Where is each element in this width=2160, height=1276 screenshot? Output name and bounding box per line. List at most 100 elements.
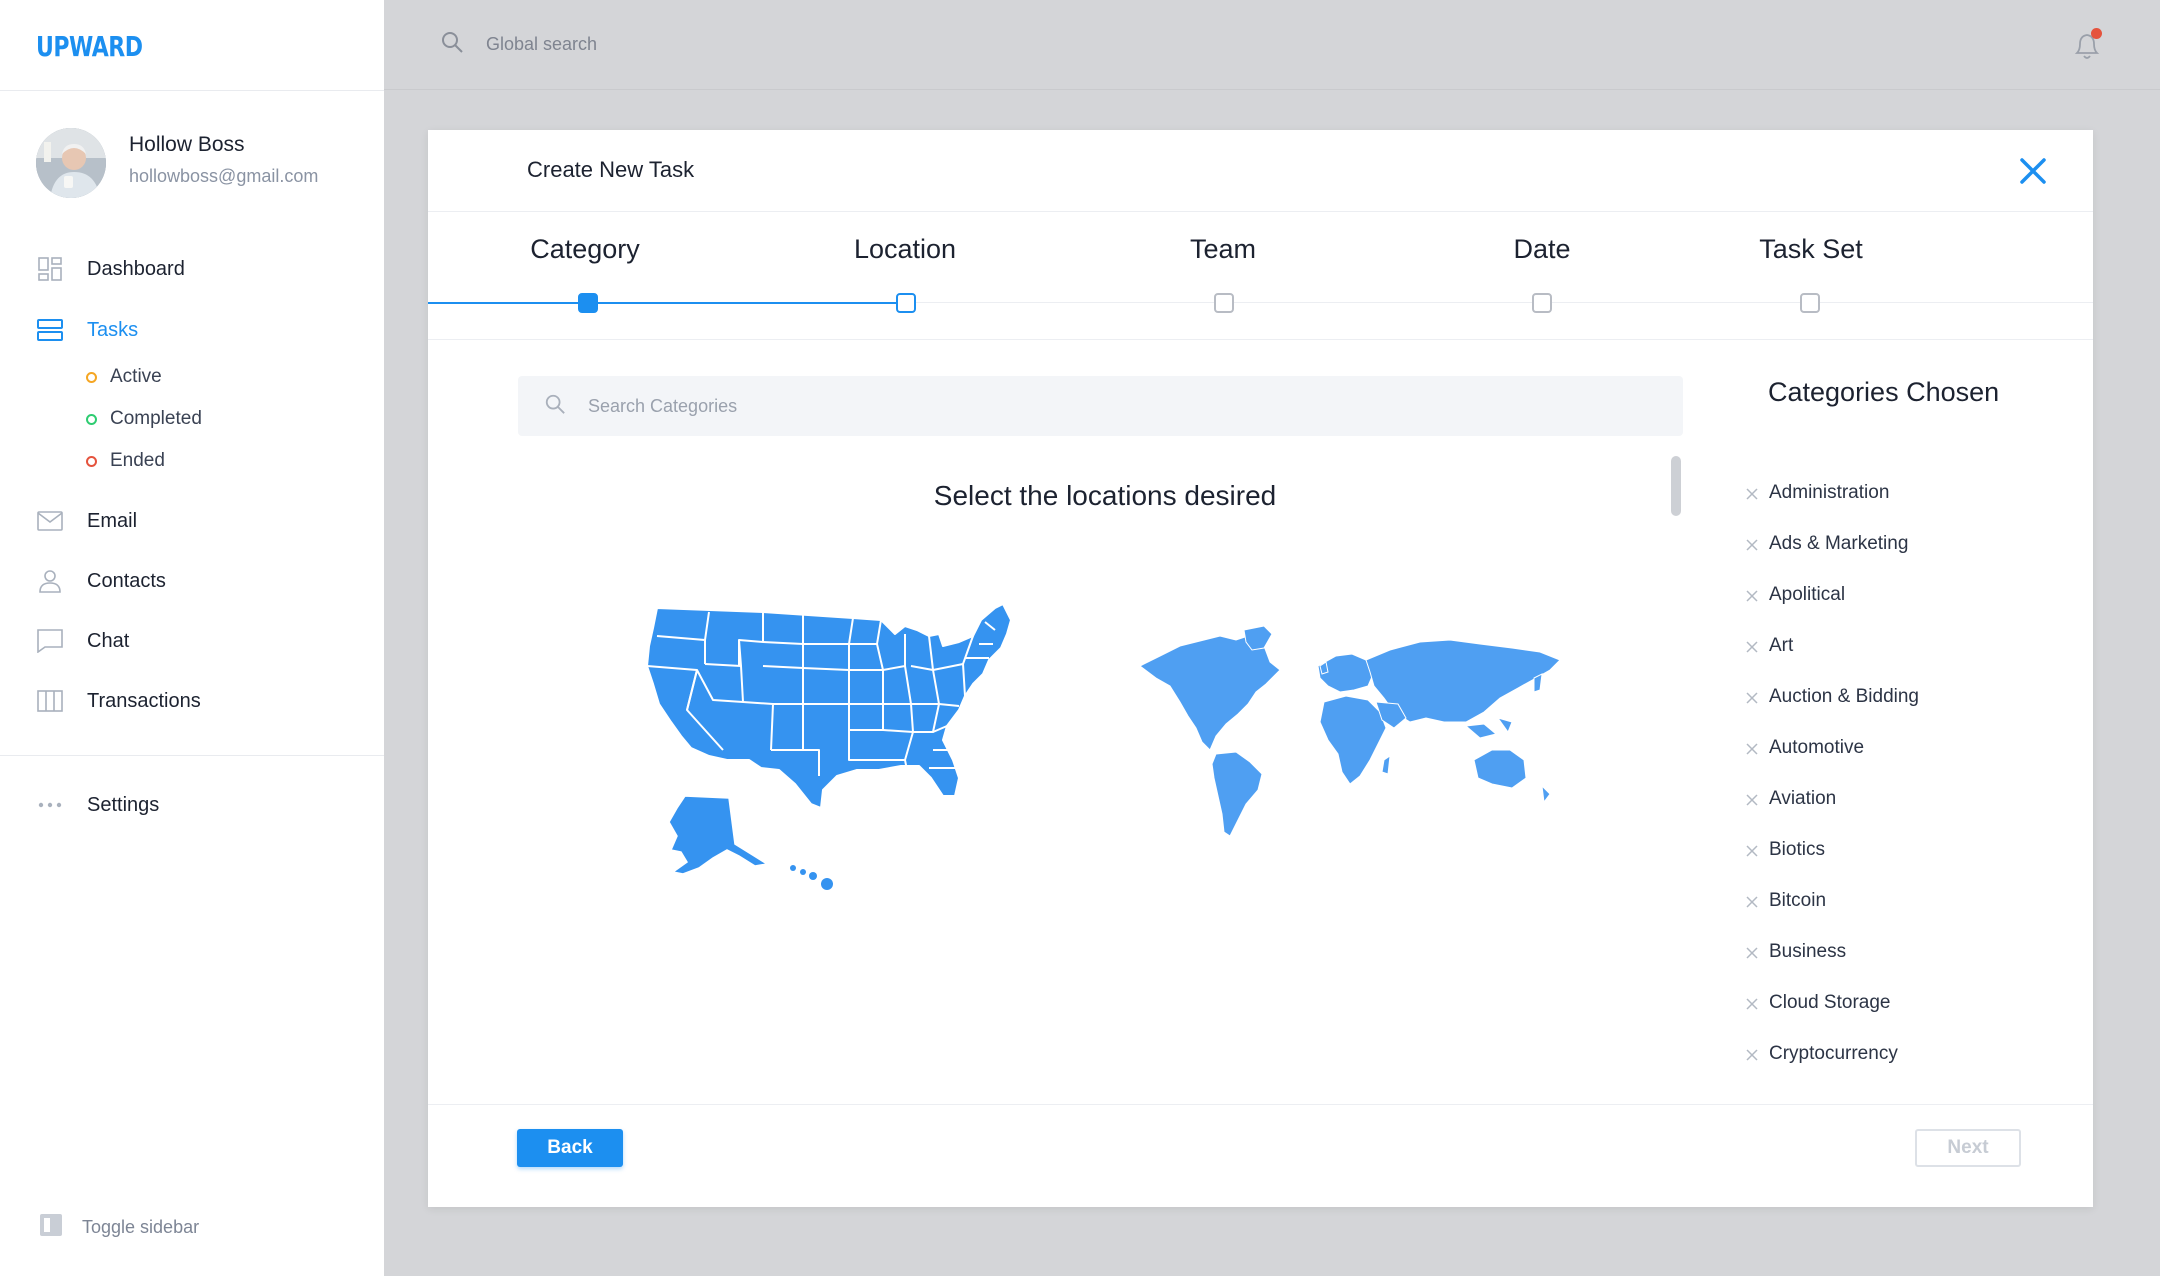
categories-chosen-title: Categories Chosen [1768, 377, 2000, 407]
tasks-icon [36, 316, 64, 344]
toggle-sidebar-label: Toggle sidebar [82, 1217, 200, 1237]
chosen-category-label: Automotive [1769, 736, 1865, 758]
remove-x-icon[interactable] [1746, 589, 1758, 602]
notification-badge [2091, 28, 2102, 39]
create-task-modal: Create New Task Category Location Team D… [428, 130, 2093, 1207]
sidebar-item-label: Tasks [87, 318, 139, 341]
step-checkbox-task-set[interactable] [1800, 293, 1820, 313]
step-task-set[interactable]: Task Set [1759, 234, 1863, 265]
search-icon [440, 30, 464, 59]
search-icon [544, 393, 566, 420]
chat-icon [36, 627, 64, 655]
sidebar-item-tasks[interactable]: Tasks [36, 312, 138, 348]
divider [0, 755, 384, 756]
status-dot [86, 371, 97, 383]
sidebar-item-label: Contacts [87, 569, 166, 592]
chosen-category: Auction & Bidding [1746, 671, 2066, 722]
step-date[interactable]: Date [1513, 234, 1570, 265]
chosen-category: Administration [1746, 467, 2066, 518]
step-location[interactable]: Location [854, 234, 956, 265]
chosen-category: Art [1746, 620, 2066, 671]
close-icon [2016, 158, 2050, 192]
step-team[interactable]: Team [1190, 234, 1256, 265]
remove-x-icon[interactable] [1746, 742, 1758, 755]
sidebar-item-dashboard[interactable]: Dashboard [36, 251, 185, 287]
chosen-category-label: Cryptocurrency [1769, 1042, 1898, 1064]
category-search-placeholder: Search Categories [588, 395, 738, 416]
more-dots-icon [36, 791, 64, 819]
bell-icon [2072, 34, 2102, 66]
global-search-input[interactable]: Global search [440, 30, 597, 59]
next-button[interactable]: Next [1915, 1129, 2021, 1167]
remove-x-icon[interactable] [1746, 487, 1758, 500]
sidebar-item-email[interactable]: Email [36, 503, 137, 539]
mail-icon [36, 507, 64, 535]
chosen-category: Automotive [1746, 722, 2066, 773]
chosen-category: Biotics [1746, 824, 2066, 875]
step-checkbox-location[interactable] [896, 293, 916, 313]
status-dot [86, 455, 97, 467]
world-map[interactable] [1139, 625, 1580, 837]
sidebar-subitem-label: Active [110, 366, 162, 387]
sidebar-subitem-active[interactable]: Active [86, 362, 162, 392]
sidebar-item-label: Email [87, 509, 138, 532]
status-dot [86, 413, 97, 425]
chosen-category-label: Bitcoin [1769, 889, 1827, 911]
remove-x-icon[interactable] [1746, 538, 1758, 551]
back-button[interactable]: Back [517, 1129, 623, 1167]
sidebar-item-label: Transactions [87, 689, 201, 712]
chosen-category: Ads & Marketing [1746, 518, 2066, 569]
remove-x-icon[interactable] [1746, 895, 1758, 908]
columns-icon [36, 687, 64, 715]
remove-x-icon[interactable] [1746, 793, 1758, 806]
chosen-category: Cryptocurrency [1746, 1028, 2066, 1079]
topbar: Global search [384, 0, 2160, 90]
close-button[interactable] [2016, 154, 2050, 188]
chosen-category: Cloud Storage [1746, 977, 2066, 1028]
divider [428, 339, 2093, 340]
step-category[interactable]: Category [530, 234, 640, 265]
avatar[interactable] [36, 128, 106, 198]
app-logo[interactable]: UPWARD [36, 32, 143, 63]
remove-x-icon[interactable] [1746, 691, 1758, 704]
stepper-progress [428, 302, 904, 304]
sidebar-item-settings[interactable]: Settings [36, 787, 159, 823]
sidebar-subitem-completed[interactable]: Completed [86, 404, 202, 434]
chosen-category-label: Biotics [1769, 838, 1825, 860]
remove-x-icon[interactable] [1746, 640, 1758, 653]
chosen-category-label: Art [1769, 634, 1794, 656]
sidebar-toggle-icon [40, 1214, 62, 1241]
us-map[interactable] [643, 600, 1053, 900]
divider [0, 90, 384, 91]
step-checkbox-date[interactable] [1532, 293, 1552, 313]
dashboard-icon [36, 255, 64, 283]
chosen-category: Business [1746, 926, 2066, 977]
scrollbar-thumb[interactable] [1671, 456, 1681, 516]
divider [428, 211, 2093, 212]
remove-x-icon[interactable] [1746, 997, 1758, 1010]
step-checkbox-team[interactable] [1214, 293, 1234, 313]
chosen-category-label: Aviation [1769, 787, 1837, 809]
sidebar-item-contacts[interactable]: Contacts [36, 563, 166, 599]
chosen-category: Bitcoin [1746, 875, 2066, 926]
remove-x-icon[interactable] [1746, 1048, 1758, 1061]
chosen-category: Aviation [1746, 773, 2066, 824]
step-checkbox-category[interactable] [578, 293, 598, 313]
toggle-sidebar-button[interactable]: Toggle sidebar [40, 1214, 199, 1241]
chosen-category-label: Business [1769, 940, 1847, 962]
remove-x-icon[interactable] [1746, 946, 1758, 959]
sidebar-item-transactions[interactable]: Transactions [36, 683, 201, 719]
locations-heading: Select the locations desired [933, 480, 1277, 511]
sidebar-subitem-ended[interactable]: Ended [86, 446, 165, 476]
sidebar-item-label: Chat [87, 629, 130, 652]
chosen-category-label: Apolitical [1769, 583, 1846, 605]
category-search-input[interactable]: Search Categories [518, 376, 1683, 436]
modal-title: Create New Task [527, 157, 695, 182]
notifications-button[interactable] [2072, 28, 2102, 62]
chosen-categories-list: Administration Ads & Marketing Apolitica… [1746, 467, 2066, 1079]
chosen-category-label: Administration [1769, 481, 1890, 503]
sidebar-item-chat[interactable]: Chat [36, 623, 129, 659]
chosen-category-label: Cloud Storage [1769, 991, 1891, 1013]
chosen-category: Apolitical [1746, 569, 2066, 620]
remove-x-icon[interactable] [1746, 844, 1758, 857]
